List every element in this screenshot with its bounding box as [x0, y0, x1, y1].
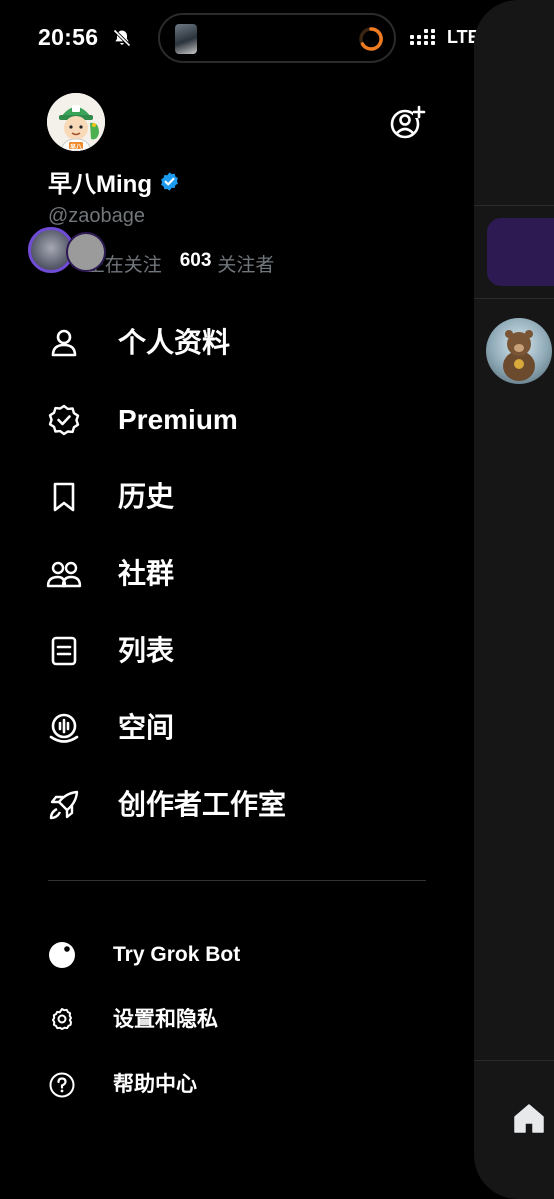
side-drawer: 早八 早八Ming @zaobage 807 正在关注 603 关注者 — [0, 0, 474, 1199]
profile-handle: @zaobage — [48, 205, 146, 227]
sub-menu-label: 设置和隐私 — [113, 1008, 218, 1031]
menu-item-communities[interactable]: 社群 — [0, 536, 474, 613]
communities-icon — [46, 561, 82, 588]
followers-count: 603 — [179, 250, 212, 271]
sub-menu-label: Try Grok Bot — [113, 943, 241, 966]
secondary-menu: Try Grok Bot 设置和隐私 帮助中心 — [0, 922, 474, 1117]
verified-badge-icon — [161, 171, 178, 191]
bookmark-icon — [53, 482, 75, 512]
person-icon — [51, 329, 77, 357]
menu-item-history[interactable]: 历史 — [0, 459, 474, 536]
followers-link[interactable]: 603 关注者 — [180, 250, 275, 277]
verified-badge-icon — [48, 404, 80, 436]
menu-item-grok[interactable]: Try Grok Bot — [0, 922, 474, 987]
peek-divider — [474, 205, 554, 206]
spaces-card[interactable] — [487, 218, 554, 286]
menu-item-lists[interactable]: 列表 — [0, 613, 474, 690]
help-icon — [49, 1072, 75, 1098]
post-avatar[interactable] — [486, 318, 552, 384]
menu-label: 社群 — [118, 558, 175, 589]
menu-item-premium[interactable]: Premium — [0, 382, 474, 459]
avatar[interactable]: 早八 — [47, 93, 105, 151]
rocket-icon — [49, 790, 79, 820]
menu-label: 列表 — [118, 635, 175, 666]
add-account-icon[interactable] — [388, 104, 426, 142]
display-name: 早八Ming — [48, 170, 152, 198]
gear-icon — [52, 1008, 72, 1030]
space-listener-avatar — [66, 232, 106, 272]
menu-label: 个人资料 — [118, 327, 231, 358]
menu-label: 历史 — [118, 481, 175, 512]
avatar-badge: 早八 — [70, 145, 83, 151]
bear-avatar-illustration — [503, 330, 535, 381]
menu-item-settings[interactable]: 设置和隐私 — [0, 987, 474, 1052]
menu-label: Premium — [118, 404, 238, 435]
menu-item-spaces[interactable]: 空间 — [0, 690, 474, 767]
divider — [48, 880, 426, 881]
list-icon — [51, 636, 77, 666]
spaces-icon — [49, 713, 79, 743]
home-icon[interactable] — [511, 1100, 547, 1136]
peek-divider — [474, 298, 554, 299]
main-menu: 个人资料 Premium 历史 社群 列表 空间 创作者工作室 — [0, 305, 474, 844]
menu-item-creator-studio[interactable]: 创作者工作室 — [0, 767, 474, 844]
timeline-peek-panel[interactable] — [474, 0, 554, 1199]
menu-label: 创作者工作室 — [118, 789, 287, 820]
profile-name-row[interactable]: 早八Ming — [48, 166, 180, 198]
menu-label: 空间 — [118, 712, 175, 743]
menu-item-help[interactable]: 帮助中心 — [0, 1052, 474, 1117]
sub-menu-label: 帮助中心 — [113, 1073, 197, 1096]
grok-icon — [49, 942, 75, 968]
followers-label: 关注者 — [217, 255, 275, 276]
menu-item-profile[interactable]: 个人资料 — [0, 305, 474, 382]
peek-divider — [474, 1060, 554, 1061]
